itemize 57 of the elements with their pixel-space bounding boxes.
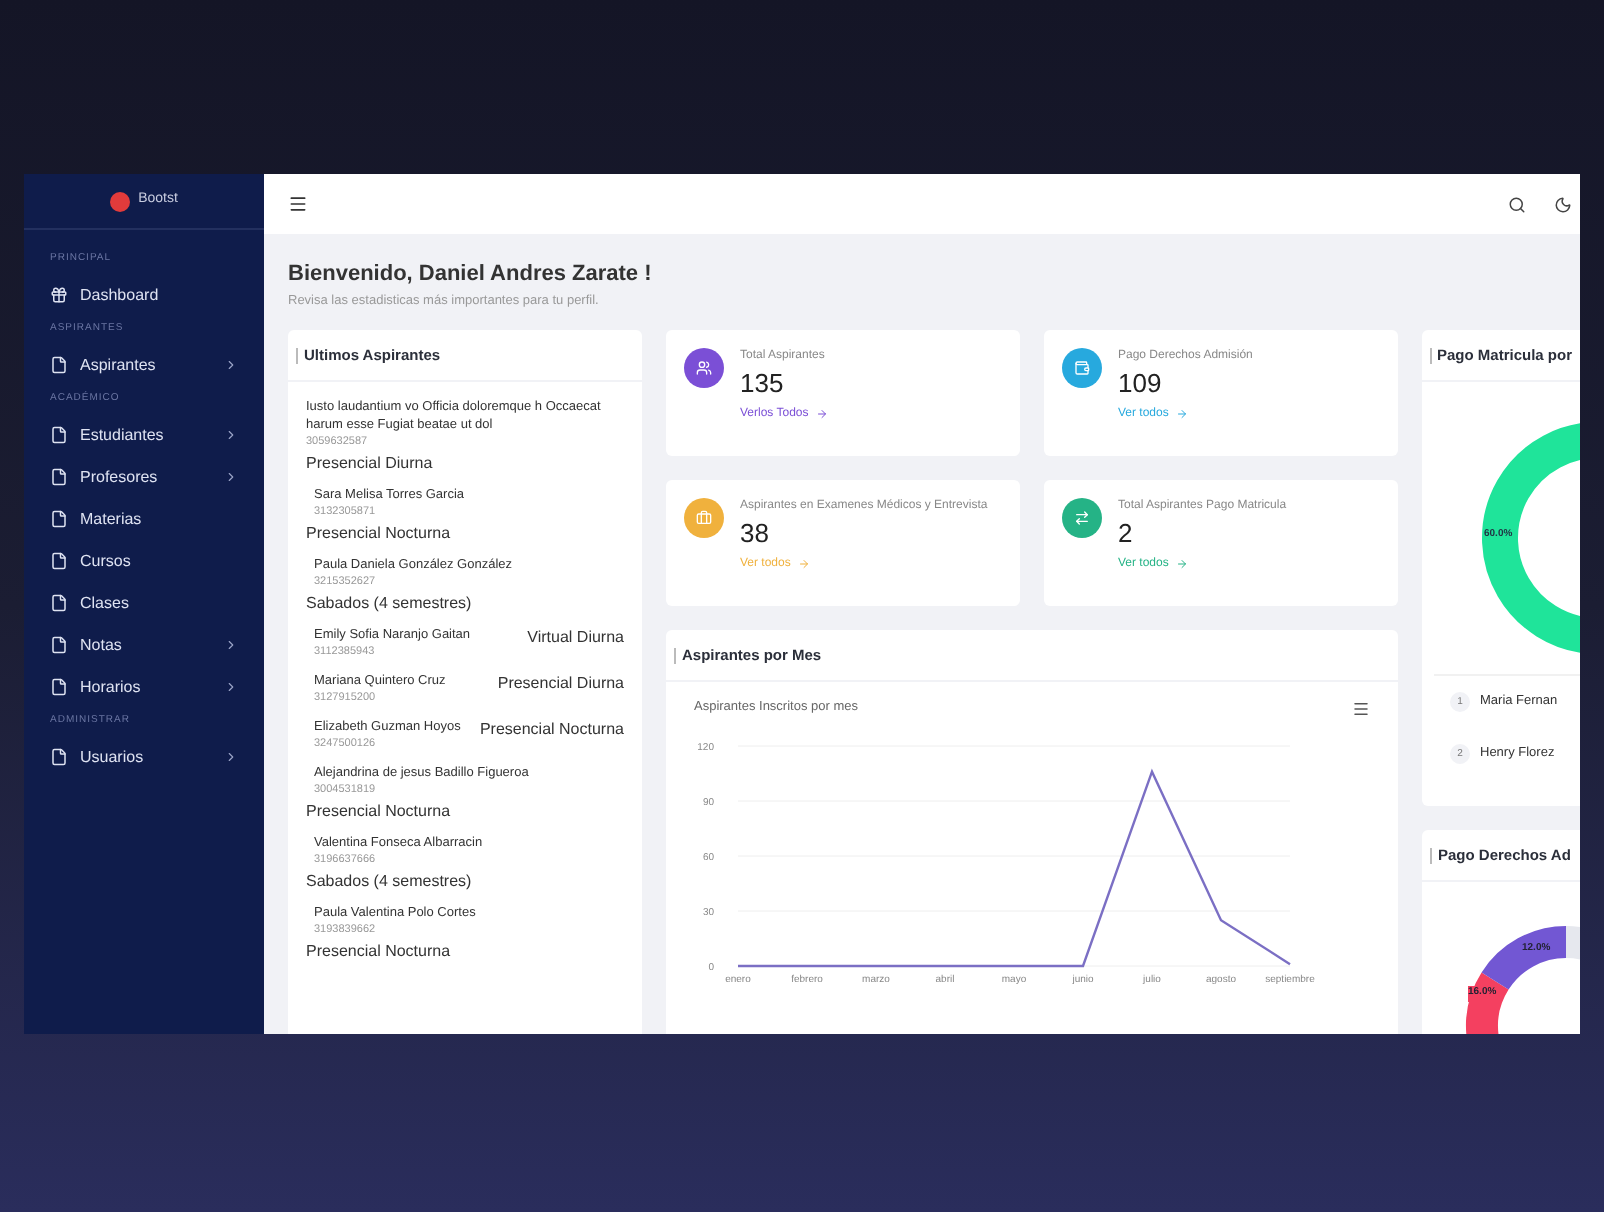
stat-value: 135 xyxy=(740,366,786,401)
arrow-icon xyxy=(1176,408,1189,421)
gift-icon xyxy=(50,286,68,304)
file-icon xyxy=(50,510,68,528)
sidebar-item-label: Dashboard xyxy=(80,283,161,307)
stat-value: 2 xyxy=(1118,516,1135,551)
sidebar-item[interactable]: Notas xyxy=(24,624,264,666)
file-icon xyxy=(50,594,68,612)
stat-value: 109 xyxy=(1118,366,1164,401)
applicant-program: Presencial Nocturna xyxy=(306,800,453,825)
applicant-program: Virtual Diurna xyxy=(527,626,624,649)
sidebar-item-label: Usuarios xyxy=(80,745,146,769)
sidebar-item-label: Clases xyxy=(80,591,131,615)
sidebar-item[interactable]: Materias xyxy=(24,498,264,540)
sidebar-item[interactable]: Dashboard xyxy=(24,274,264,316)
briefcase-icon xyxy=(696,510,712,527)
welcome-heading: Bienvenido, Daniel Andres Zarate ! xyxy=(288,260,654,290)
sidebar-item-label: Materias xyxy=(80,507,144,531)
sidebar-item[interactable]: Horarios xyxy=(24,666,264,708)
users-icon xyxy=(696,360,712,377)
applicant-program: Presencial Nocturna xyxy=(479,718,624,741)
file-icon xyxy=(50,678,68,696)
sidebar-item[interactable]: Clases xyxy=(24,582,264,624)
file-icon xyxy=(50,426,68,444)
file-icon xyxy=(50,356,68,374)
sidebar-item[interactable]: Estudiantes xyxy=(24,414,264,456)
file-icon xyxy=(50,468,68,486)
applicant-program: Presencial Nocturna xyxy=(306,522,453,547)
file-icon xyxy=(50,552,68,570)
wallet-icon xyxy=(1074,360,1090,377)
menu-icon[interactable] xyxy=(288,194,308,214)
applicant-program: Sabados (4 semestres) xyxy=(306,870,474,895)
arrow-icon xyxy=(816,408,829,421)
arrow-icon xyxy=(1176,558,1189,571)
sidebar-item[interactable]: Aspirantes xyxy=(24,344,264,386)
search-icon[interactable] xyxy=(1508,195,1526,213)
applicant-program: Sabados (4 semestres) xyxy=(306,592,474,617)
sidebar-item-label: Cursos xyxy=(80,549,133,573)
sidebar-item-label: Estudiantes xyxy=(80,423,166,447)
arrows-icon xyxy=(1074,510,1090,527)
sidebar-item-label: Notas xyxy=(80,633,124,657)
sidebar-item-label: Aspirantes xyxy=(80,353,158,377)
sidebar-item[interactable]: Usuarios xyxy=(24,736,264,778)
sidebar-item-label: Horarios xyxy=(80,675,143,699)
sidebar-item-label: Profesores xyxy=(80,465,160,489)
file-icon xyxy=(50,748,68,766)
arrow-icon xyxy=(798,558,811,571)
applicant-program: Presencial Diurna xyxy=(306,452,435,477)
logo-icon xyxy=(110,191,131,211)
moon-icon[interactable] xyxy=(1554,195,1572,213)
stat-value: 38 xyxy=(740,516,771,551)
file-icon xyxy=(50,636,68,654)
applicant-program: Presencial Diurna xyxy=(497,672,624,695)
sidebar-item[interactable]: Profesores xyxy=(24,456,264,498)
sidebar-item[interactable]: Cursos xyxy=(24,540,264,582)
menu-icon[interactable] xyxy=(1352,699,1370,718)
applicant-program: Presencial Nocturna xyxy=(306,940,453,965)
